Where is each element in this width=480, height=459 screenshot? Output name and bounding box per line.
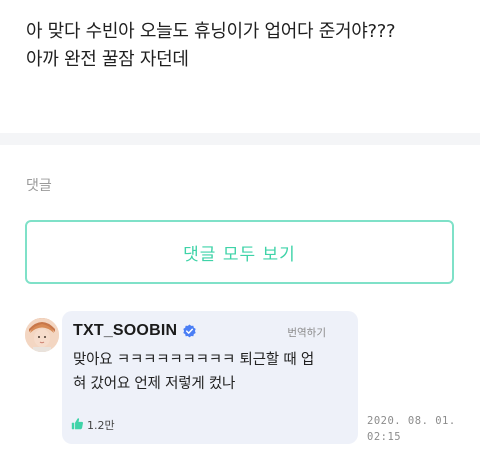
thumbs-up-icon — [71, 415, 84, 434]
post-text-line-1: 아 맞다 수빈아 오늘도 휴닝이가 업어다 준거야??? — [26, 21, 396, 42]
comment-body-line-2: 혀 갔어요 언제 저렇게 컸나 — [73, 376, 236, 392]
like-button[interactable]: 1.2만 — [71, 415, 115, 434]
comment-time: 02:15 — [367, 431, 402, 443]
comment-body: 맞아요 ㅋㅋㅋㅋㅋㅋㅋㅋㅋ 퇴근할 때 업 혀 갔어요 언제 저렇게 컸나 — [73, 348, 343, 396]
comments-label: 댓글 — [26, 178, 52, 194]
verified-badge-icon — [182, 323, 197, 339]
comment-author-name[interactable]: TXT_SOOBIN — [73, 322, 177, 340]
section-divider — [0, 133, 480, 145]
comment-bubble: TXT_SOOBIN 번역하기 맞아요 ㅋㅋㅋㅋㅋㅋㅋㅋㅋ 퇴근할 때 업 혀 … — [62, 311, 358, 444]
comment-body-line-1: 맞아요 ㅋㅋㅋㅋㅋㅋㅋㅋㅋ 퇴근할 때 업 — [73, 352, 315, 368]
comment-author-row: TXT_SOOBIN — [73, 322, 197, 340]
avatar[interactable] — [25, 318, 59, 352]
view-all-comments-button[interactable]: 댓글 모두 보기 — [25, 220, 454, 284]
like-count: 1.2만 — [87, 418, 115, 432]
post-text: 아 맞다 수빈아 오늘도 휴닝이가 업어다 준거야??? 아까 완전 꿀잠 자던… — [26, 18, 466, 74]
post-text-line-2: 아까 완전 꿀잠 자던데 — [26, 49, 189, 70]
translate-link[interactable]: 번역하기 — [287, 325, 326, 340]
comment-date: 2020. 08. 01. — [367, 415, 456, 427]
comment-timestamp: 2020. 08. 01. 02:15 — [367, 413, 456, 445]
